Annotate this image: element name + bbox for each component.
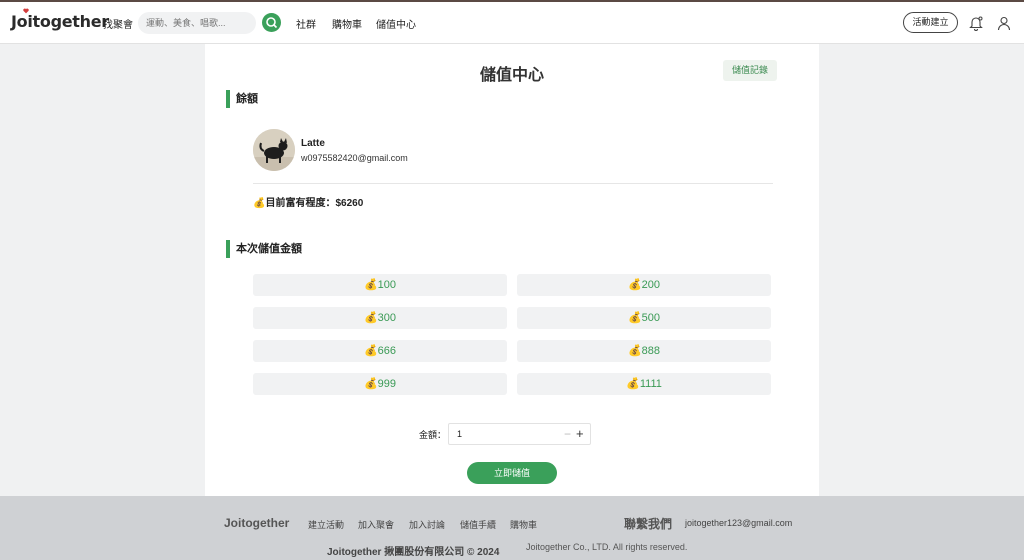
footer-contact-email[interactable]: joitogether123@gmail.com <box>685 518 792 528</box>
amount-option-500[interactable]: 💰500 <box>517 307 771 329</box>
heart-logo-icon <box>23 8 29 14</box>
section-accent-bar <box>226 90 230 108</box>
nav-topup-center[interactable]: 儲值中心 <box>376 16 416 31</box>
amount-option-888[interactable]: 💰888 <box>517 340 771 362</box>
minus-icon[interactable]: − <box>564 427 571 441</box>
balance-section-label: 餘額 <box>236 93 258 105</box>
footer-link-cart[interactable]: 購物車 <box>510 518 537 531</box>
footer-link-create-event[interactable]: 建立活動 <box>308 518 344 531</box>
topup-history-button[interactable]: 儲值記錄 <box>723 60 777 81</box>
footer-link-join-discussion[interactable]: 加入討論 <box>409 518 445 531</box>
topup-panel: 儲值中心 儲值記錄 餘額 Latte w0975582420@gmail.com… <box>205 44 819 496</box>
cat-photo <box>253 129 295 171</box>
balance-section-title: 餘額 <box>226 90 258 108</box>
amount-option-666[interactable]: 💰666 <box>253 340 507 362</box>
user-name: Latte <box>301 138 325 149</box>
topup-now-button[interactable]: 立即儲值 <box>467 462 557 484</box>
section-accent-bar <box>226 240 230 258</box>
divider <box>253 183 773 184</box>
topup-section-title: 本次儲值金額 <box>226 240 302 258</box>
footer: Joitogether 建立活動 加入聚會 加入討論 儲值手續 購物車 聯繫我們… <box>0 496 1024 560</box>
amount-option-300[interactable]: 💰300 <box>253 307 507 329</box>
amount-label: 金額： <box>419 430 447 440</box>
amount-option-200[interactable]: 💰200 <box>517 274 771 296</box>
search-button[interactable] <box>262 13 281 32</box>
top-navbar: Joitogether 找聚會 社群 購物車 儲值中心 活動建立 <box>0 2 1024 44</box>
topup-section-label: 本次儲值金額 <box>236 243 302 255</box>
search-input[interactable] <box>138 12 256 34</box>
amount-stepper[interactable]: 1 − + <box>448 423 591 445</box>
bell-icon[interactable] <box>968 15 984 31</box>
footer-link-join-gathering[interactable]: 加入聚會 <box>358 518 394 531</box>
amount-option-100[interactable]: 💰100 <box>253 274 507 296</box>
amount-value[interactable]: 1 <box>457 429 462 439</box>
footer-link-topup-procedure[interactable]: 儲值手續 <box>460 518 496 531</box>
find-gathering-link[interactable]: 找聚會 <box>103 16 133 31</box>
footer-copyright: Joitogether Co., LTD. All rights reserve… <box>526 542 688 552</box>
avatar <box>253 129 295 171</box>
footer-logo[interactable]: Joitogether <box>224 516 289 530</box>
create-event-button[interactable]: 活動建立 <box>903 12 958 33</box>
plus-icon[interactable]: + <box>576 426 584 441</box>
nav-cart[interactable]: 購物車 <box>332 16 362 31</box>
user-icon[interactable] <box>996 15 1012 31</box>
amount-option-1111[interactable]: 💰1111 <box>517 373 771 395</box>
nav-community[interactable]: 社群 <box>296 16 316 31</box>
site-logo[interactable]: Joitogether <box>11 12 109 31</box>
footer-company: Joitogether 揪團股份有限公司 © 2024 <box>327 547 500 558</box>
user-email: w0975582420@gmail.com <box>301 153 408 163</box>
balance-text: 💰目前富有程度：$6260 <box>253 198 364 209</box>
search-icon <box>266 17 278 29</box>
footer-contact-title: 聯繫我們 <box>624 517 673 531</box>
amount-option-999[interactable]: 💰999 <box>253 373 507 395</box>
